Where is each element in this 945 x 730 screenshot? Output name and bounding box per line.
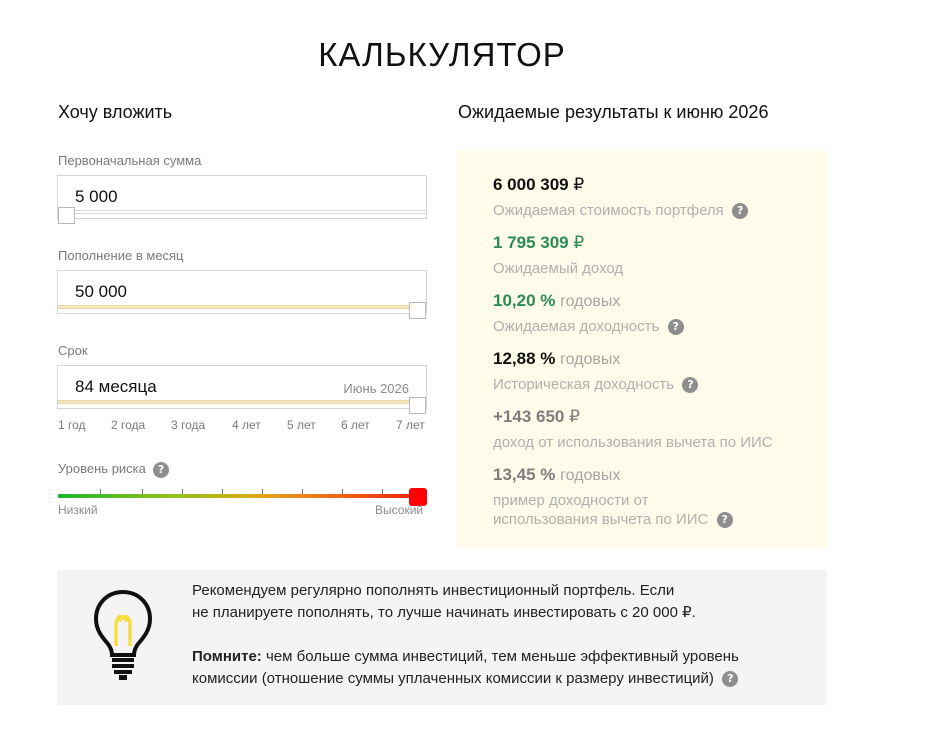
historical-yield-value: 12,88 % годовых (493, 349, 620, 369)
lightbulb-icon (93, 589, 153, 680)
tip-line: не планируете пополнять, то лучше начина… (192, 604, 696, 621)
risk-level-text: Уровень риска (58, 461, 146, 476)
risk-high-label: Высокий (375, 503, 424, 517)
risk-notch (342, 489, 343, 494)
help-icon[interactable]: ? (667, 319, 684, 336)
term-tick[interactable]: 1 год (58, 418, 86, 432)
portfolio-desc-text: Ожидаемая стоимость портфеля (493, 202, 724, 219)
iis-deduction-desc: доход от использования вычета по ИИС (493, 434, 773, 451)
ruble-sign: ₽ (573, 233, 585, 252)
income-desc: Ожидаемый доход (493, 260, 624, 277)
expected-yield-amount: 10,20 % (493, 291, 556, 310)
iis-yield-amount: 13,45 % (493, 465, 556, 484)
tip-line: комиссии (отношение суммы уплаченных ком… (192, 670, 714, 687)
monthly-topup-label: Пополнение в месяц (58, 248, 184, 263)
ruble-sign: ₽ (573, 175, 585, 194)
initial-amount-value[interactable]: 5 000 (75, 187, 118, 207)
iis-yield-desc-line1: пример доходности от (493, 492, 649, 509)
iis-deduction-value: +143 650 ₽ (493, 407, 580, 427)
portfolio-value: 6 000 309 ₽ (493, 175, 584, 195)
term-field[interactable]: 84 месяца Июнь 2026 (57, 365, 427, 414)
historical-yield-desc-text: Историческая доходность (493, 376, 675, 393)
iis-yield-desc: пример доходности от использования вычет… (493, 491, 733, 529)
term-end-date: Июнь 2026 (343, 381, 409, 396)
risk-level-label: Уровень риска ? (58, 461, 170, 478)
results-panel: 6 000 309 ₽ Ожидаемая стоимость портфеля… (457, 151, 827, 548)
historical-yield-amount: 12,88 % (493, 349, 556, 368)
page-title: КАЛЬКУЛЯТОР (318, 36, 566, 73)
risk-notch (100, 489, 101, 494)
iis-yield-value: 13,45 % годовых (493, 465, 620, 485)
tip-remember-label: Помните: (192, 648, 262, 665)
initial-amount-track[interactable] (58, 210, 426, 214)
term-value[interactable]: 84 месяца (75, 377, 157, 397)
income-value: 1 795 309 ₽ (493, 233, 584, 253)
term-label: Срок (58, 343, 88, 358)
iis-deduction-amount: +143 650 (493, 407, 565, 426)
term-tick[interactable]: 3 года (171, 418, 205, 432)
initial-amount-slider-handle[interactable] (58, 207, 75, 224)
invest-heading: Хочу вложить (58, 102, 173, 122)
help-icon[interactable]: ? (682, 377, 699, 394)
risk-notch (222, 489, 223, 494)
risk-notch (262, 489, 263, 494)
help-icon[interactable]: ? (732, 203, 749, 220)
initial-amount-label: Первоначальная сумма (58, 153, 202, 168)
tip-line: Рекомендуем регулярно пополнять инвестиц… (192, 582, 675, 599)
term-tick[interactable]: 6 лет (341, 418, 370, 432)
term-tick[interactable]: 5 лет (287, 418, 316, 432)
monthly-topup-slider-handle[interactable] (409, 302, 426, 319)
results-heading: Ожидаемые результаты к июню 2026 (458, 102, 769, 122)
historical-yield-desc: Историческая доходность ? (493, 375, 699, 394)
risk-notch (382, 489, 383, 494)
help-icon[interactable]: ? (722, 671, 739, 688)
monthly-topup-track[interactable] (58, 305, 426, 309)
yield-suffix: годовых (560, 351, 621, 368)
risk-notch (302, 489, 303, 494)
initial-amount-field[interactable]: 5 000 (57, 175, 427, 224)
risk-notch (182, 489, 183, 494)
term-tick[interactable]: 4 лет (232, 418, 261, 432)
risk-slider-track[interactable] (58, 489, 426, 498)
iis-yield-desc-line2: использования вычета по ИИС (493, 511, 709, 528)
expected-yield-value: 10,20 % годовых (493, 291, 620, 311)
term-track[interactable] (58, 400, 426, 404)
portfolio-amount: 6 000 309 (493, 175, 569, 194)
expected-yield-desc-text: Ожидаемая доходность (493, 318, 660, 335)
ruble-sign: ₽ (569, 407, 580, 426)
portfolio-desc: Ожидаемая стоимость портфеля ? (493, 201, 749, 220)
monthly-topup-value[interactable]: 50 000 (75, 282, 127, 302)
monthly-topup-field[interactable]: 50 000 (57, 270, 427, 319)
term-tick[interactable]: 2 года (111, 418, 145, 432)
tip-panel: Рекомендуем регулярно пополнять инвестиц… (57, 570, 827, 705)
help-icon[interactable]: ? (153, 461, 170, 478)
yield-suffix: годовых (560, 293, 621, 310)
term-ticks: 1 год 2 года 3 года 4 лет 5 лет 6 лет 7 … (58, 418, 430, 434)
yield-suffix: годовых (560, 467, 621, 484)
tip-line: чем больше сумма инвестиций, тем меньше … (261, 648, 739, 665)
risk-notch (142, 489, 143, 494)
income-amount: 1 795 309 (493, 233, 569, 252)
expected-yield-desc: Ожидаемая доходность ? (493, 317, 684, 336)
term-slider-handle[interactable] (409, 397, 426, 414)
term-tick[interactable]: 7 лет (396, 418, 425, 432)
help-icon[interactable]: ? (716, 512, 733, 529)
risk-low-label: Низкий (58, 503, 98, 517)
tip-text: Рекомендуем регулярно пополнять инвестиц… (192, 580, 792, 690)
